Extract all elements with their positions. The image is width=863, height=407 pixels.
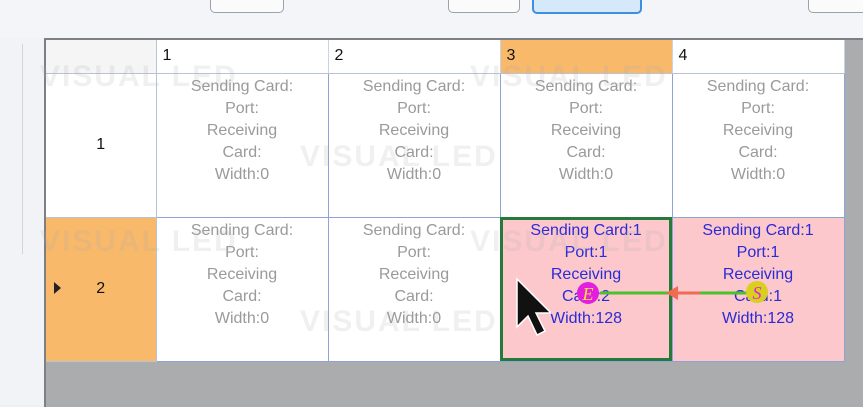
current-row-pointer-icon: [54, 282, 61, 294]
width-text: Width:0: [730, 165, 786, 183]
card-text: Card:: [394, 143, 434, 161]
grid-corner: [46, 40, 157, 74]
receiving-text: Receiving: [550, 121, 622, 139]
sending-card-text: Sending Card:: [706, 77, 810, 95]
port-text: Port:1: [564, 243, 608, 261]
port-text: Port:: [225, 243, 259, 261]
grid-cell-r1-c3[interactable]: Sending Card: Port: Receiving Card: Widt…: [499, 72, 673, 218]
receiving-text: Receiving: [722, 265, 794, 283]
left-panel: [0, 38, 44, 405]
grid-cell-r2-c4[interactable]: Sending Card:1 Port:1 Receiving Card:1 W…: [671, 216, 845, 362]
grid-table: 1 2 3 4 1 Sending Card: Port: Receiving …: [46, 40, 845, 362]
grid-cell-r2-c3[interactable]: Sending Card:1 Port:1 Receiving Card:2 W…: [499, 216, 673, 362]
panel-divider: [6, 44, 23, 254]
card-text: Card:: [222, 287, 262, 305]
port-text: Port:: [569, 99, 603, 117]
toolbar-button-3[interactable]: [532, 0, 642, 14]
toolbar-button-1[interactable]: [210, 0, 284, 13]
receiving-text: Receiving: [550, 265, 622, 283]
width-text: Width:0: [214, 165, 270, 183]
port-text: Port:1: [736, 243, 780, 261]
toolbar-button-4[interactable]: [808, 0, 863, 13]
card-mapping-grid: 1 2 3 4 1 Sending Card: Port: Receiving …: [44, 38, 863, 407]
toolbar: [0, 0, 863, 38]
port-text: Port:: [397, 99, 431, 117]
sending-card-text: Sending Card:: [362, 221, 466, 239]
port-text: Port:: [741, 99, 775, 117]
row-header-label: 1: [96, 136, 106, 153]
receiving-text: Receiving: [378, 121, 450, 139]
column-header-1[interactable]: 1: [156, 40, 329, 74]
sending-card-text: Sending Card:: [534, 77, 638, 95]
row-header-1[interactable]: 1: [46, 73, 157, 218]
width-text: Width:0: [386, 165, 442, 183]
row-header-2[interactable]: 2: [46, 217, 157, 362]
receiving-text: Receiving: [722, 121, 794, 139]
column-header-4[interactable]: 4: [672, 40, 845, 74]
row-header-label: 2: [96, 280, 106, 297]
column-header-row: 1 2 3 4: [46, 40, 845, 74]
sending-card-text: Sending Card:1: [530, 221, 642, 239]
table-row: 1 Sending Card: Port: Receiving Card: Wi…: [46, 72, 845, 218]
card-text: Card:: [394, 287, 434, 305]
column-header-3[interactable]: 3: [500, 40, 673, 74]
receiving-text: Receiving: [206, 265, 278, 283]
table-row: 2 Sending Card: Port: Receiving Card: Wi…: [46, 216, 845, 362]
card-text: Card:: [222, 143, 262, 161]
grid-cell-r1-c1[interactable]: Sending Card: Port: Receiving Card: Widt…: [155, 72, 329, 218]
card-text: Card:1: [733, 287, 783, 305]
sending-card-text: Sending Card:: [362, 77, 466, 95]
sending-card-text: Sending Card:: [190, 77, 294, 95]
grid-cell-r1-c2[interactable]: Sending Card: Port: Receiving Card: Widt…: [327, 72, 501, 218]
grid-cell-r2-c1[interactable]: Sending Card: Port: Receiving Card: Widt…: [155, 216, 329, 362]
card-text: Card:2: [561, 287, 611, 305]
grid-cell-r1-c4[interactable]: Sending Card: Port: Receiving Card: Widt…: [671, 72, 845, 218]
width-text: Width:128: [721, 309, 795, 327]
grid-cell-r2-c2[interactable]: Sending Card: Port: Receiving Card: Widt…: [327, 216, 501, 362]
width-text: Width:128: [549, 309, 623, 327]
width-text: Width:0: [558, 165, 614, 183]
card-text: Card:: [738, 143, 778, 161]
card-text: Card:: [566, 143, 606, 161]
column-header-2[interactable]: 2: [328, 40, 501, 74]
sending-card-text: Sending Card:1: [702, 221, 814, 239]
receiving-text: Receiving: [206, 121, 278, 139]
width-text: Width:0: [214, 309, 270, 327]
sending-card-text: Sending Card:: [190, 221, 294, 239]
width-text: Width:0: [386, 309, 442, 327]
port-text: Port:: [225, 99, 259, 117]
toolbar-button-2[interactable]: [448, 0, 520, 13]
receiving-text: Receiving: [378, 265, 450, 283]
port-text: Port:: [397, 243, 431, 261]
